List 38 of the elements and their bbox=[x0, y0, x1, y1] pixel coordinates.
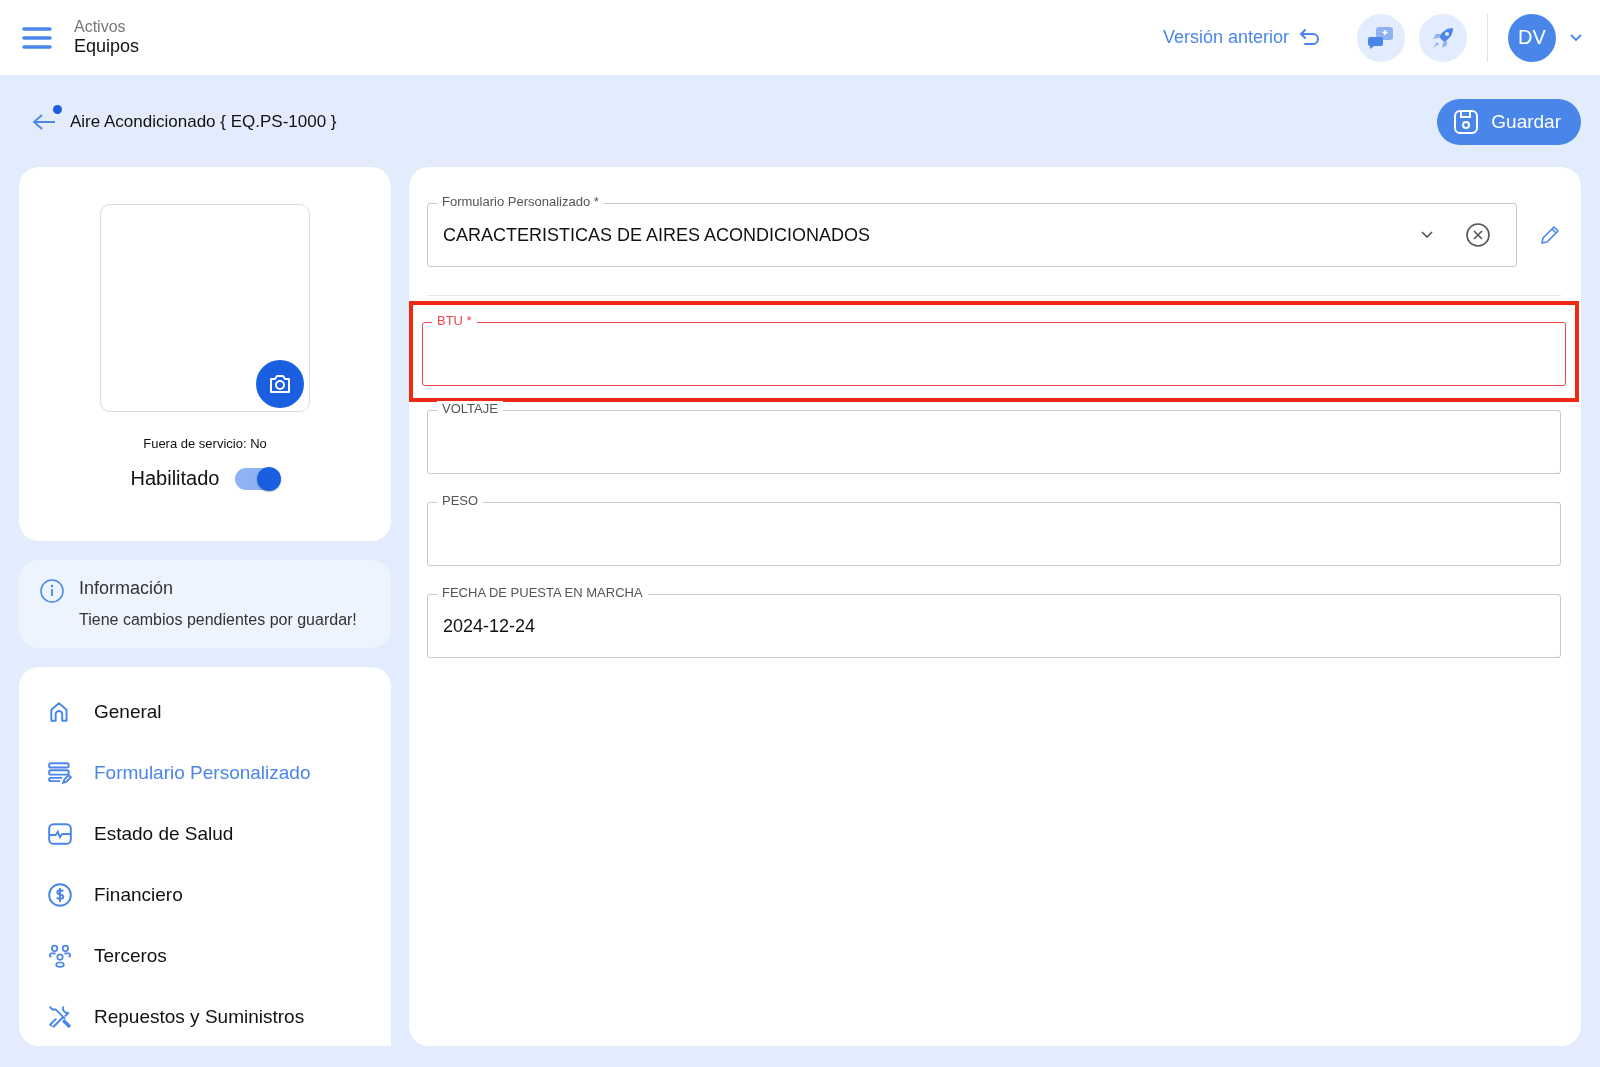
camera-icon bbox=[268, 373, 292, 395]
user-avatar[interactable]: DV bbox=[1508, 13, 1556, 62]
form-icon bbox=[47, 759, 73, 786]
out-of-service-status: Fuera de servicio: No bbox=[143, 436, 267, 451]
sidebar-item[interactable]: Repuestos y Suministros bbox=[47, 986, 391, 1047]
chat-sparkle-button[interactable] bbox=[1357, 13, 1405, 62]
save-button[interactable]: Guardar bbox=[1437, 99, 1581, 145]
camera-button[interactable] bbox=[256, 360, 304, 408]
tools-icon bbox=[47, 1003, 73, 1030]
clear-icon[interactable] bbox=[1465, 222, 1491, 248]
breadcrumb-section[interactable]: Activos bbox=[74, 18, 140, 36]
menu-icon[interactable] bbox=[22, 25, 52, 50]
enabled-toggle[interactable] bbox=[235, 467, 280, 490]
rocket-button[interactable] bbox=[1419, 13, 1467, 62]
health-icon bbox=[47, 820, 73, 847]
sidebar-item[interactable]: General bbox=[47, 681, 391, 742]
sidebar-item[interactable]: Financiero bbox=[47, 864, 391, 925]
previous-version-link[interactable]: Versión anterior bbox=[1156, 26, 1327, 49]
people-icon bbox=[47, 942, 73, 969]
info-icon bbox=[39, 578, 65, 604]
info-title: Información bbox=[79, 578, 175, 599]
sidebar-item[interactable]: Estado de Salud bbox=[47, 803, 391, 864]
pencil-icon[interactable] bbox=[1539, 224, 1561, 246]
info-message: Tiene cambios pendientes por guardar! bbox=[79, 611, 357, 629]
sidebar-item[interactable]: Formulario Personalizado bbox=[47, 742, 391, 803]
back-arrow-icon[interactable] bbox=[32, 113, 56, 131]
page-heading: Equipos bbox=[74, 36, 140, 57]
enabled-label: Habilitado bbox=[130, 467, 220, 490]
undo-icon bbox=[1299, 27, 1321, 48]
chevron-down-icon[interactable] bbox=[1421, 231, 1433, 239]
sidebar-item[interactable]: Terceros bbox=[47, 925, 391, 986]
chat-sparkle-icon bbox=[1367, 24, 1395, 51]
field-value: 2024-12-24 bbox=[443, 615, 536, 637]
select-value: CARACTERISTICAS DE AIRES ACONDICIONADOS bbox=[443, 224, 872, 246]
chevron-down-icon[interactable] bbox=[1570, 33, 1582, 42]
asset-title: Aire Acondicionado { EQ.PS-1000 } bbox=[70, 112, 337, 132]
save-icon bbox=[1453, 109, 1480, 135]
dollar-icon bbox=[47, 881, 73, 908]
